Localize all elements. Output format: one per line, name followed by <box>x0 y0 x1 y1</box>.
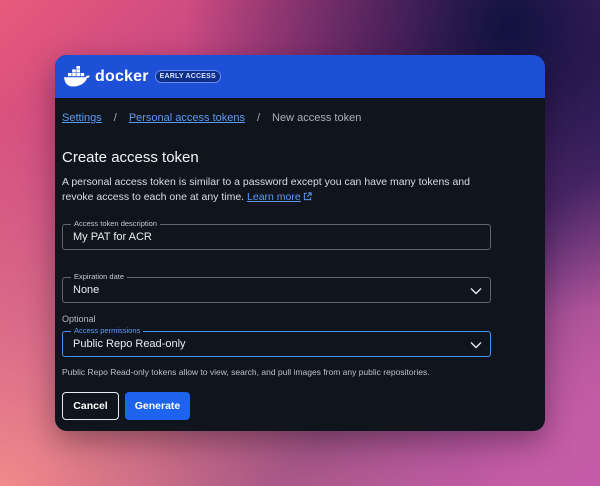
expiration-date-value: None <box>73 284 100 296</box>
learn-more-link[interactable]: Learn more <box>247 191 301 203</box>
breadcrumb-current: New access token <box>272 112 362 124</box>
access-token-description-value: My PAT for ACR <box>73 231 152 243</box>
access-permissions-label: Access permissions <box>71 326 144 335</box>
page-description: A personal access token is similar to a … <box>62 175 482 206</box>
docker-whale-icon <box>63 65 91 88</box>
access-permissions-value: Public Repo Read-only <box>73 338 186 350</box>
breadcrumb-separator: / <box>113 112 117 124</box>
external-link-icon <box>303 191 312 206</box>
expiration-date-select[interactable]: Expiration date None <box>62 272 491 303</box>
permissions-helper-text: Public Repo Read-only tokens allow to vi… <box>62 367 430 377</box>
access-token-description-label: Access token description <box>71 219 160 228</box>
page-title: Create access token <box>62 149 199 166</box>
early-access-badge: EARLY ACCESS <box>154 70 221 83</box>
dialog-window: docker EARLY ACCESS Settings / Personal … <box>55 55 545 431</box>
breadcrumb-settings[interactable]: Settings <box>62 112 102 124</box>
access-permissions-select[interactable]: Access permissions Public Repo Read-only <box>62 326 491 357</box>
cancel-button[interactable]: Cancel <box>62 392 119 420</box>
generate-button[interactable]: Generate <box>125 392 190 420</box>
breadcrumb-personal-access-tokens[interactable]: Personal access tokens <box>129 112 245 124</box>
expiration-date-label: Expiration date <box>71 272 128 281</box>
access-token-description-input[interactable]: Access token description My PAT for ACR <box>62 219 491 250</box>
logo-text: docker <box>95 67 149 85</box>
action-buttons: Cancel Generate <box>62 392 538 420</box>
breadcrumb-separator: / <box>256 112 261 124</box>
chevron-down-icon <box>470 286 482 298</box>
breadcrumb: Settings / Personal access tokens / New … <box>62 99 538 137</box>
top-bar: docker EARLY ACCESS <box>55 55 545 98</box>
optional-text: Optional <box>62 314 96 324</box>
chevron-down-icon <box>470 340 482 352</box>
main-content: Settings / Personal access tokens / New … <box>55 99 545 420</box>
docker-logo[interactable]: docker <box>63 65 149 88</box>
